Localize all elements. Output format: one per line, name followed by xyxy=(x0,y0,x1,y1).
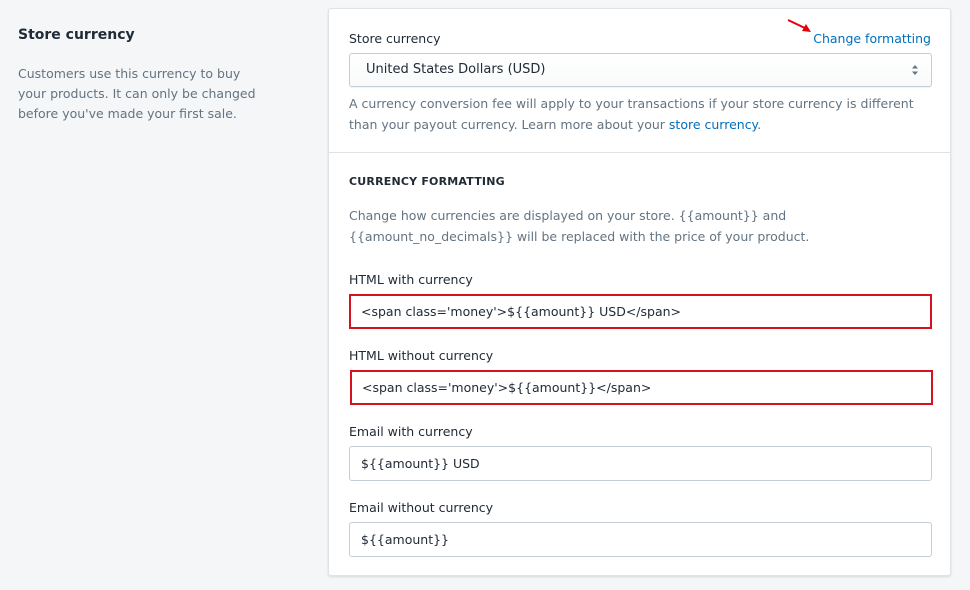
store-currency-selected-value: United States Dollars (USD) xyxy=(366,62,546,77)
change-formatting-link[interactable]: Change formatting xyxy=(813,31,931,46)
left-description: Customers use this currency to buy your … xyxy=(18,66,256,121)
left-title: Store currency xyxy=(18,27,135,43)
red-arrow-icon xyxy=(787,19,811,32)
html-without-currency-label: HTML without currency xyxy=(349,348,494,363)
html-with-currency-input[interactable] xyxy=(349,294,932,329)
email-without-currency-input[interactable] xyxy=(349,522,932,557)
store-currency-help: A currency conversion fee will apply to … xyxy=(349,96,914,132)
currency-formatting-description: Change how currencies are displayed on y… xyxy=(349,208,810,244)
currency-formatting-heading: CURRENCY FORMATTING xyxy=(349,175,505,188)
select-caret-icon xyxy=(912,65,918,75)
currency-card: Store currency Change formatting United … xyxy=(328,8,951,576)
email-with-currency-label: Email with currency xyxy=(349,424,473,439)
html-without-currency-input[interactable] xyxy=(350,370,933,405)
email-with-currency-input[interactable] xyxy=(349,446,932,481)
email-without-currency-label: Email without currency xyxy=(349,500,494,515)
store-currency-link[interactable]: store currency xyxy=(669,117,757,132)
section-divider xyxy=(329,152,950,153)
store-currency-label: Store currency xyxy=(349,31,441,46)
html-with-currency-label: HTML with currency xyxy=(349,272,473,287)
store-currency-select[interactable]: United States Dollars (USD) xyxy=(349,53,932,87)
